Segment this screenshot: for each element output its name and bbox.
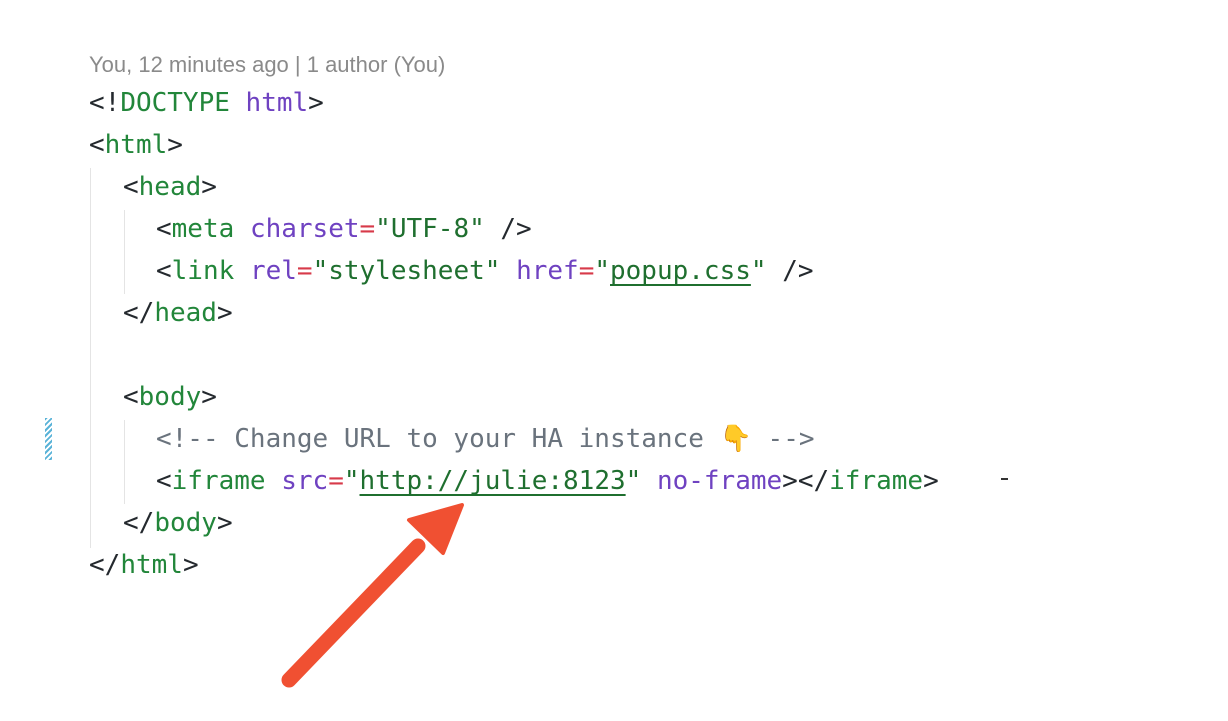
code-editor[interactable]: You, 12 minutes ago | 1 author (You) <!D… [0,0,1228,721]
arrow-icon [281,503,464,688]
